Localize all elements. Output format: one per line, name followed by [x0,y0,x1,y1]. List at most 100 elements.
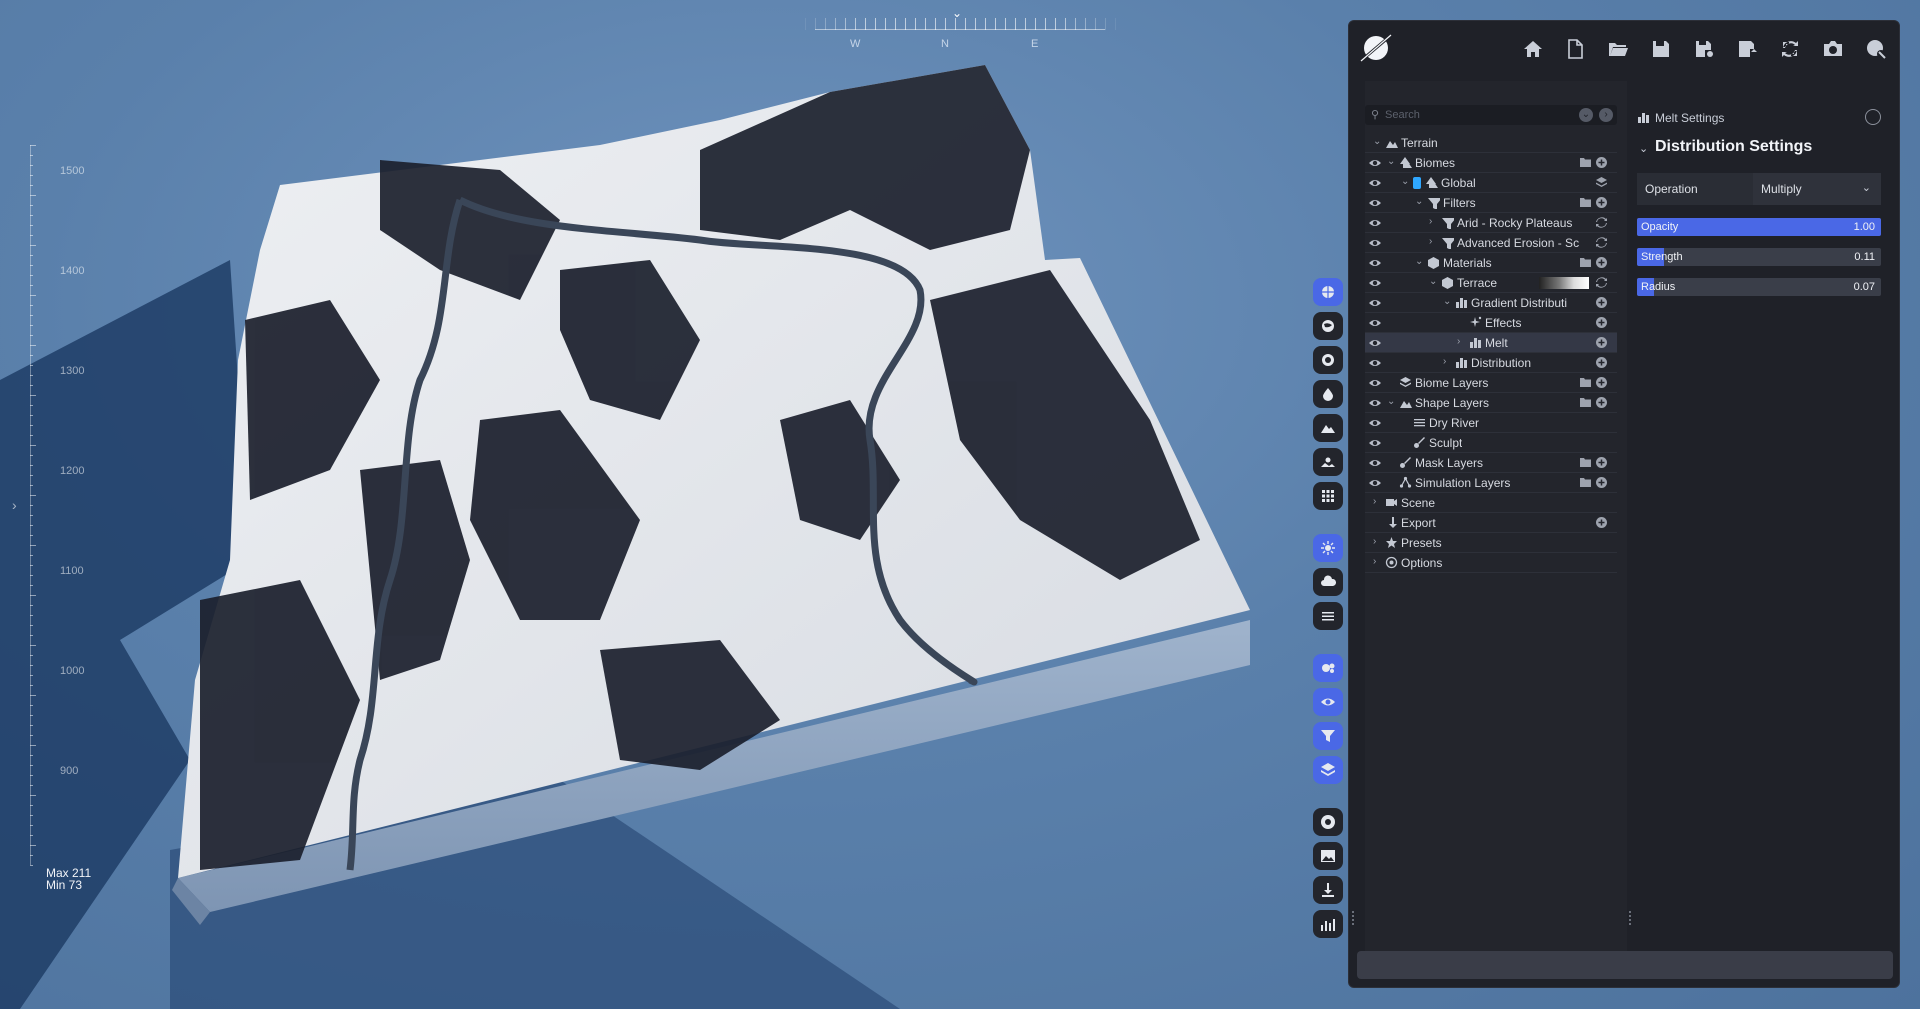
visibility-eye-icon[interactable] [1368,217,1382,229]
tree-row-shape-layers[interactable]: ⌄ Shape Layers [1365,393,1617,413]
tree-row-biome-layers[interactable]: Biome Layers [1365,373,1617,393]
save-as-button[interactable] [1688,34,1720,64]
visibility-eye-icon[interactable] [1368,457,1382,469]
visibility-eye-icon[interactable] [1368,377,1382,389]
refresh-button[interactable] [1774,34,1806,64]
sync-icon[interactable] [1595,216,1608,229]
tree-row-dry-river[interactable]: Dry River [1365,413,1617,433]
add-icon[interactable] [1595,376,1608,389]
chevron-down-icon[interactable]: ⌄ [1415,196,1425,207]
folder-icon[interactable] [1579,196,1592,209]
save-button[interactable] [1645,34,1677,64]
chevron-right-icon[interactable]: › [1429,216,1439,227]
add-icon[interactable] [1595,336,1608,349]
sun-tool-button[interactable] [1313,534,1343,562]
add-icon[interactable] [1595,296,1608,309]
tree-row-distribution[interactable]: › Distribution [1365,353,1617,373]
opacity-slider[interactable]: Opacity 1.00 [1637,218,1881,236]
visibility-eye-icon[interactable] [1368,157,1382,169]
visibility-eye-icon[interactable] [1368,197,1382,209]
chevron-down-icon[interactable]: ⌄ [1401,176,1411,187]
chevron-right-icon[interactable]: › [1373,536,1383,547]
chevron-down-icon[interactable]: ⌄ [1387,396,1397,407]
sync-icon[interactable] [1595,276,1608,289]
chevron-down-icon[interactable]: ⌄ [1429,276,1439,287]
settings-gear-icon[interactable] [1865,109,1881,125]
visibility-eye-icon[interactable] [1368,337,1382,349]
settings-eye-tool-button[interactable] [1313,654,1343,682]
layers-tool-button[interactable] [1313,756,1343,784]
chevron-down-icon[interactable]: ⌄ [1415,256,1425,267]
visibility-eye-icon[interactable] [1368,477,1382,489]
visibility-eye-icon[interactable] [1368,397,1382,409]
globe-tool-button[interactable] [1313,278,1343,306]
stats-tool-button[interactable] [1313,910,1343,938]
chevron-right-icon[interactable]: › [1429,236,1439,247]
tree-row-advanced-erosion-sc[interactable]: › Advanced Erosion - Sc [1365,233,1617,253]
help-button[interactable] [1860,34,1892,64]
tree-row-terrace[interactable]: ⌄ Terrace [1365,273,1617,293]
folder-icon[interactable] [1579,376,1592,389]
layers-small-icon[interactable] [1595,176,1608,189]
filter-tool-button[interactable] [1313,722,1343,750]
visibility-eye-icon[interactable] [1368,417,1382,429]
tree-row-arid-rocky-plateaus[interactable]: › Arid - Rocky Plateaus [1365,213,1617,233]
search-input[interactable] [1385,107,1565,123]
grid-tool-button[interactable] [1313,482,1343,510]
export-button[interactable] [1731,34,1763,64]
add-icon[interactable] [1595,356,1608,369]
open-folder-button[interactable] [1602,34,1634,64]
folder-icon[interactable] [1579,476,1592,489]
folder-icon[interactable] [1579,396,1592,409]
biome-color-swatch[interactable] [1413,177,1421,189]
fog-tool-button[interactable] [1313,602,1343,630]
add-icon[interactable] [1595,396,1608,409]
chevron-right-icon[interactable]: › [1443,356,1453,367]
chevron-down-icon[interactable]: ⌄ [1387,156,1397,167]
add-icon[interactable] [1595,456,1608,469]
tree-row-scene[interactable]: › Scene [1365,493,1617,513]
visibility-eye-icon[interactable] [1368,257,1382,269]
splitter-left[interactable] [1352,911,1354,925]
new-file-button[interactable] [1559,34,1591,64]
mountain-tool-button[interactable] [1313,414,1343,442]
home-button[interactable] [1517,34,1549,64]
tree-row-sculpt[interactable]: Sculpt [1365,433,1617,453]
sun-landscape-tool-button[interactable] [1313,448,1343,476]
tree-row-materials[interactable]: ⌄ Materials [1365,253,1617,273]
visibility-eye-icon[interactable] [1368,177,1382,189]
visibility-eye-icon[interactable] [1368,237,1382,249]
tree-row-presets[interactable]: › Presets [1365,533,1617,553]
add-icon[interactable] [1595,256,1608,269]
expand-left-icon[interactable]: › [12,497,17,513]
tree-row-export[interactable]: Export [1365,513,1617,533]
download-tool-button[interactable] [1313,876,1343,904]
visibility-eye-icon[interactable] [1368,357,1382,369]
tree-row-mask-layers[interactable]: Mask Layers [1365,453,1617,473]
distribution-section-header[interactable]: ⌄ Distribution Settings [1633,133,1885,163]
collapse-all-icon[interactable]: ⌄ [1579,108,1593,122]
tree-row-filters[interactable]: ⌄ Filters [1365,193,1617,213]
cloud-tool-button[interactable] [1313,568,1343,596]
record-tool-button[interactable] [1313,808,1343,836]
folder-icon[interactable] [1579,456,1592,469]
tree-row-biomes[interactable]: ⌄ Biomes [1365,153,1617,173]
tree-row-simulation-layers[interactable]: Simulation Layers [1365,473,1617,493]
tree-row-global[interactable]: ⌄ Global [1365,173,1617,193]
tree-row-options[interactable]: › Options [1365,553,1617,573]
add-icon[interactable] [1595,476,1608,489]
add-icon[interactable] [1595,316,1608,329]
terrain-render[interactable] [0,0,1310,1009]
tree-row-gradient-distributi[interactable]: ⌄ Gradient Distributi [1365,293,1617,313]
chevron-down-icon[interactable]: ⌄ [1373,136,1383,147]
add-icon[interactable] [1595,156,1608,169]
visibility-eye-icon[interactable] [1368,317,1382,329]
splitter-middle[interactable] [1629,911,1631,925]
operation-select[interactable]: Multiply ⌄ [1753,173,1881,205]
expand-icon[interactable]: › [1599,108,1613,122]
tree-row-terrain[interactable]: ⌄ Terrain [1365,133,1617,153]
eye-tool-button[interactable] [1313,688,1343,716]
chevron-right-icon[interactable]: › [1373,556,1383,567]
tree-row-melt[interactable]: › Melt [1365,333,1617,353]
folder-icon[interactable] [1579,256,1592,269]
